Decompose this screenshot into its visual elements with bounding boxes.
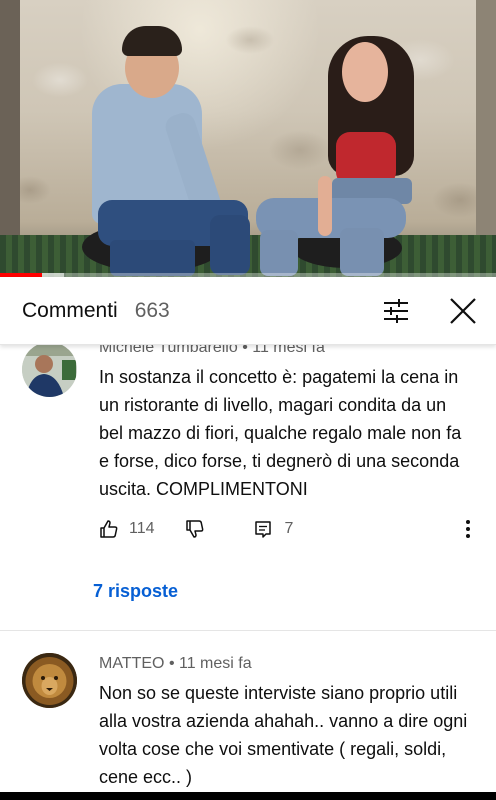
comment-icon — [254, 521, 271, 538]
close-button[interactable] — [449, 297, 477, 325]
avatar-image — [22, 345, 77, 397]
tune-icon — [384, 299, 408, 323]
comment-meta: Michele Tumbarello • 11 mesi fa — [99, 345, 325, 357]
reply-button[interactable]: 7 — [253, 519, 294, 539]
comments-header: Commenti 663 — [0, 277, 496, 345]
comments-title: Commenti — [22, 298, 118, 322]
comment-text: Non so se queste interviste siano propri… — [99, 683, 468, 787]
comment-author[interactable]: MATTEO — [99, 655, 164, 672]
comment-time: 11 mesi fa — [178, 655, 252, 672]
view-replies-link[interactable]: 7 risposte — [93, 581, 178, 602]
avatar[interactable] — [22, 653, 77, 708]
reply-count: 7 — [284, 520, 294, 537]
more-vert-icon — [466, 520, 470, 524]
more-options-button[interactable] — [458, 515, 478, 543]
comments-list[interactable]: Michele Tumbarello • 11 mesi fa In sosta… — [0, 345, 496, 800]
comment-text: In sostanza il concetto è: pagatemi la c… — [99, 367, 462, 499]
like-count: 114 — [129, 520, 155, 537]
sort-button[interactable] — [382, 297, 410, 325]
dislike-button[interactable] — [185, 519, 205, 539]
comment-meta: MATTEO • 11 mesi fa — [99, 655, 252, 673]
comment-divider — [0, 630, 496, 631]
thumbs-down-icon — [185, 520, 203, 538]
comment-author[interactable]: Michele Tumbarello — [99, 345, 238, 356]
comment-time: 11 mesi fa — [252, 345, 325, 356]
meta-separator: • — [242, 345, 253, 356]
lion-avatar-image — [22, 653, 77, 708]
thumbs-up-icon — [100, 520, 118, 538]
meta-separator: • — [168, 655, 179, 672]
like-button[interactable]: 114 — [99, 519, 155, 539]
system-nav-bar — [0, 792, 496, 800]
comments-count: 663 — [134, 298, 170, 322]
avatar[interactable] — [22, 345, 77, 397]
comment-actions: 114 7 — [99, 515, 293, 543]
close-icon — [450, 298, 476, 324]
video-player[interactable] — [0, 0, 496, 277]
